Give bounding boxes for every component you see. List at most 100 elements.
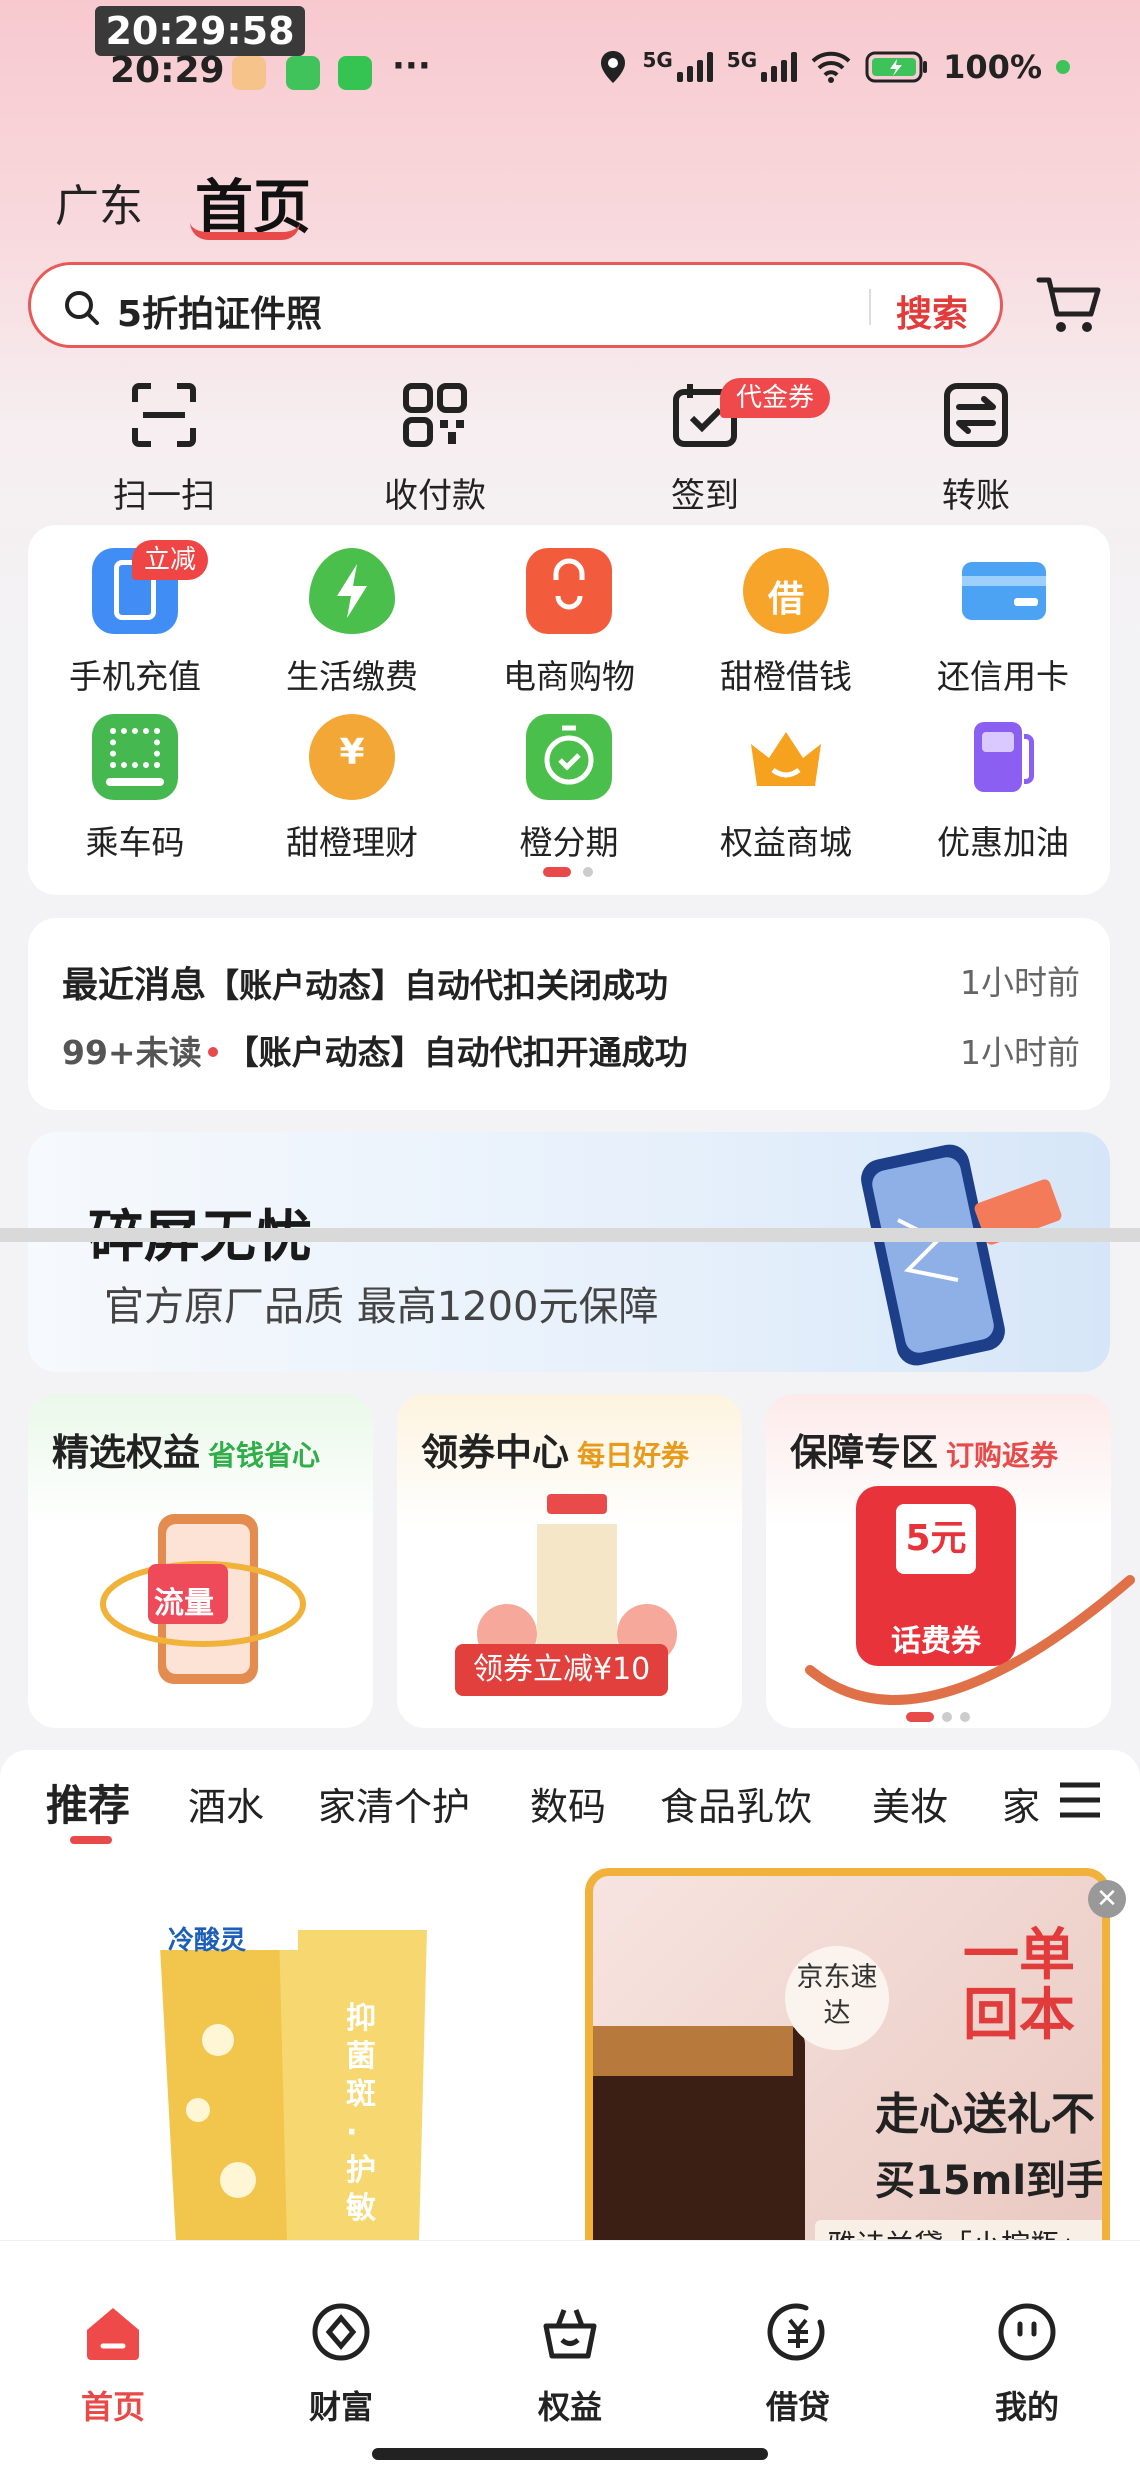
tab-liquor[interactable]: 酒水: [188, 1776, 264, 1831]
tab-recommended[interactable]: 推荐: [46, 1772, 130, 1833]
shopping-bag-icon: [526, 548, 612, 634]
service-label: 电商购物: [503, 657, 635, 696]
product-feature: 抑菌斑·护敏: [346, 2001, 376, 2226]
network-type-label-2: 5G: [726, 48, 758, 72]
service-label: 优惠加油: [937, 823, 1069, 862]
nav-label: 我的: [994, 2388, 1059, 2426]
tab-beauty[interactable]: 美妆: [872, 1776, 948, 1831]
service-installment[interactable]: 橙分期: [464, 714, 674, 864]
service-label: 甜橙借钱: [720, 657, 852, 696]
nav-label: 借贷: [765, 2388, 830, 2426]
service-wealth[interactable]: ¥ 甜橙理财: [247, 714, 457, 864]
product-brand: 冷酸灵: [168, 1926, 247, 1956]
more-notifications-icon: ···: [392, 46, 431, 86]
fuel-pump-icon: [960, 714, 1046, 800]
service-label: 权益商城: [720, 823, 852, 862]
battery-icon: [865, 51, 928, 83]
privacy-indicator-dot: [1056, 60, 1070, 74]
promo-banner[interactable]: 碎屏无忧: [28, 1132, 1110, 1372]
promo-corner-text: 一单回本: [963, 1923, 1075, 2048]
quick-action-label: 签到: [671, 476, 739, 516]
product-card-toothpaste[interactable]: 冷酸灵 抑菌斑·护敏: [28, 1860, 558, 2280]
service-utilities[interactable]: 生活缴费: [247, 548, 457, 698]
status-bar: 20:29:58 20:29 ··· 5G 5G 100%: [0, 0, 1140, 120]
feature-card-subtitle: 每日好券: [577, 1439, 690, 1472]
region-selector[interactable]: 广东: [55, 170, 143, 234]
coupon-label: 领券立减¥10: [455, 1644, 669, 1696]
nav-loan[interactable]: 借贷: [713, 2300, 883, 2428]
transfer-icon: [944, 383, 1008, 447]
service-label: 乘车码: [85, 823, 185, 862]
nav-label: 权益: [537, 2388, 602, 2426]
feature-card-rights[interactable]: 精选权益 省钱省心 流量: [28, 1394, 373, 1728]
nav-home[interactable]: 首页: [28, 2300, 198, 2428]
service-fuel[interactable]: 优惠加油: [898, 714, 1108, 864]
search-input[interactable]: 5折拍证件照: [117, 285, 322, 337]
feature-card-coupons[interactable]: 领券中心 每日好券 领券立减¥10: [397, 1394, 742, 1728]
message-text: 【账户动态】自动代扣关闭成功: [206, 966, 669, 1005]
product-card-estee-lauder[interactable]: 京东速达 一单回本 走心送礼不 买15ml到手 雅诗兰黛「小棕瓶」: [585, 1868, 1110, 2288]
title-underline: [190, 222, 300, 240]
banner-phone-image: [861, 1144, 1062, 1366]
profile-icon: [998, 2303, 1056, 2361]
service-credit-card[interactable]: 还信用卡: [898, 548, 1108, 698]
message-time: 1小时前: [960, 1033, 1080, 1072]
status-time: 20:29: [110, 50, 225, 91]
installment-icon: [526, 714, 612, 800]
service-label: 还信用卡: [937, 657, 1069, 696]
service-borrow[interactable]: 借 甜橙借钱: [681, 548, 891, 698]
quick-action-label: 转账: [942, 476, 1010, 516]
wealth-icon: [312, 2303, 370, 2361]
screenshot-seam: [0, 1228, 1140, 1242]
voucher-badge: 代金券: [720, 378, 831, 418]
menu-icon[interactable]: [1056, 1780, 1104, 1820]
cart-icon[interactable]: [1036, 274, 1102, 336]
message-text: 【账户动态】自动代扣开通成功: [225, 1033, 688, 1072]
messages-heading: 最近消息: [62, 965, 207, 1006]
status-indicators: 5G 5G 100%: [598, 48, 1070, 86]
coupon-value: 5元: [896, 1504, 976, 1574]
tab-digital[interactable]: 数码: [530, 1776, 606, 1831]
message-time: 1小时前: [960, 963, 1080, 1002]
message-row[interactable]: 最近消息【账户动态】自动代扣关闭成功 1小时前: [62, 956, 1080, 1008]
service-bus-code[interactable]: 乘车码: [30, 714, 240, 864]
close-ad-icon[interactable]: ✕: [1088, 1880, 1126, 1918]
signal-icon: [676, 52, 713, 82]
feature-card-title: 保障专区: [790, 1431, 938, 1474]
service-label: 手机充值: [69, 657, 201, 696]
search-bar[interactable]: 5折拍证件照 搜索: [28, 262, 1003, 348]
discount-badge: 立减: [132, 540, 209, 580]
tab-home[interactable]: 家: [1002, 1776, 1042, 1831]
nav-profile[interactable]: 我的: [942, 2300, 1112, 2428]
search-button[interactable]: 搜索: [896, 285, 968, 337]
credit-card-icon: [960, 548, 1046, 634]
service-label: 橙分期: [519, 823, 619, 862]
quick-action-pay[interactable]: 收付款: [345, 380, 525, 517]
nav-label: 财富: [308, 2388, 373, 2426]
wifi-icon: [811, 51, 851, 83]
feature-card-title: 领券中心: [421, 1431, 569, 1474]
search-icon: [65, 291, 99, 325]
bus-code-icon: [92, 714, 178, 800]
service-label: 生活缴费: [286, 657, 418, 696]
serum-cap: [593, 2026, 793, 2076]
crown-icon: [743, 714, 829, 800]
page-indicator-active: [543, 867, 571, 877]
nav-wealth[interactable]: 财富: [256, 2300, 426, 2428]
app-notification-icon: [232, 56, 266, 90]
quick-action-scan[interactable]: 扫一扫: [74, 380, 254, 517]
promo-line-2: 买15ml到手: [875, 2158, 1107, 2204]
network-type-label: 5G: [642, 48, 673, 72]
location-icon: [601, 51, 626, 83]
tab-food-drink[interactable]: 食品乳饮: [660, 1776, 812, 1831]
tab-personal-care[interactable]: 家清个护: [318, 1776, 470, 1831]
wechat-notification-icon: [338, 56, 372, 90]
quick-action-transfer[interactable]: 转账: [886, 380, 1066, 517]
home-icon: [87, 2308, 139, 2360]
messages-card[interactable]: [28, 918, 1110, 1110]
message-row[interactable]: 99+未读 【账户动态】自动代扣开通成功 1小时前: [62, 1026, 1080, 1074]
scan-icon: [132, 383, 196, 447]
service-shopping[interactable]: 电商购物: [464, 548, 674, 698]
nav-rights[interactable]: 权益: [485, 2300, 655, 2428]
service-rights-mall[interactable]: 权益商城: [681, 714, 891, 864]
